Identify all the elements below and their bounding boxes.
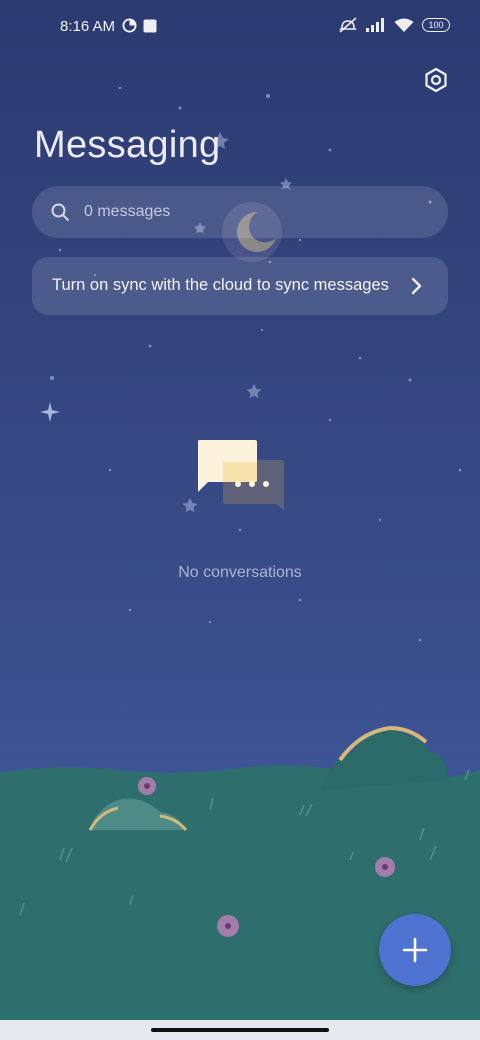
page-title: Messaging — [34, 124, 221, 166]
settings-button[interactable] — [422, 66, 450, 94]
data-saver-icon — [122, 18, 137, 33]
status-bar: 8:16 AM 100 — [0, 0, 480, 56]
signal-icon — [366, 18, 384, 32]
chat-bubbles-icon — [198, 440, 284, 510]
mute-icon — [339, 17, 357, 33]
sync-banner-text: Turn on sync with the cloud to sync mess… — [52, 276, 389, 294]
wifi-icon — [394, 18, 414, 32]
chevron-right-icon — [411, 277, 422, 295]
navigation-bar — [0, 1020, 480, 1040]
status-right-icons: 100 — [338, 17, 450, 33]
battery-level: 100 — [428, 20, 444, 30]
new-message-button[interactable] — [379, 914, 451, 986]
battery-icon: 100 — [422, 18, 450, 32]
empty-state-label: No conversations — [178, 564, 302, 581]
notification-square-icon — [143, 19, 157, 32]
status-time: 8:16 AM — [60, 18, 116, 35]
sync-banner[interactable]: Turn on sync with the cloud to sync mess… — [32, 257, 448, 315]
settings-hexagon-icon — [425, 67, 447, 93]
status-left-icons — [122, 18, 157, 33]
search-bar[interactable] — [32, 186, 448, 238]
plus-icon — [402, 937, 428, 963]
search-icon — [51, 203, 69, 221]
home-gesture-handle[interactable] — [151, 1028, 329, 1032]
search-input[interactable] — [82, 202, 386, 222]
